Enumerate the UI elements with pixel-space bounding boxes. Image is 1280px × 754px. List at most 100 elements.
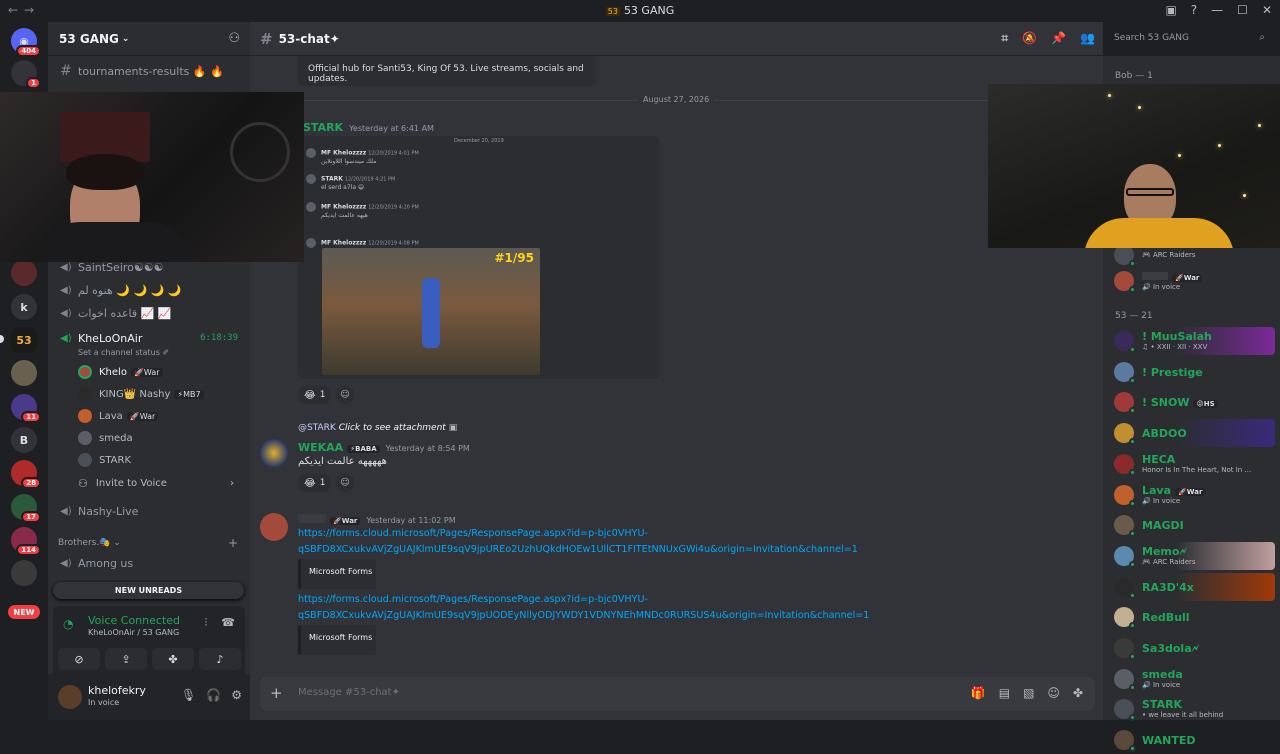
reply-mention[interactable]: @STARK bbox=[298, 423, 336, 433]
member-item[interactable]: ! MuuSalah ♫ • XXII · XII · XXV bbox=[1109, 327, 1275, 355]
voice-user[interactable]: KING👑 Nashy ⚡MB7 bbox=[78, 384, 242, 404]
guild-icon[interactable]: 17 bbox=[11, 494, 41, 523]
image-attachment[interactable]: December 20, 2019 MF Khelozzzz 12/20/201… bbox=[298, 136, 660, 379]
voice-channel[interactable]: ◀) هنوه لم 🌙 🌙 🌙 🌙 bbox=[56, 280, 242, 300]
voice-channel-nashy-live[interactable]: ◀) Nashy-Live bbox=[56, 501, 242, 521]
voice-connected-subtitle[interactable]: KheLoOnAir / 53 GANG bbox=[88, 628, 179, 637]
voice-channel-kheloonair[interactable]: ◀) KheLoOnAir 6:18:39 bbox=[56, 328, 242, 348]
add-reaction-icon[interactable]: ☺ bbox=[336, 386, 354, 404]
add-channel-icon[interactable]: + bbox=[228, 536, 238, 550]
member-item[interactable]: Memo🗲 🎮 ARC Raiders bbox=[1109, 541, 1275, 570]
guild-icon[interactable] bbox=[11, 360, 37, 386]
soundboard-button[interactable]: ♪ bbox=[199, 648, 241, 670]
voice-connected-title[interactable]: Voice Connected bbox=[88, 614, 180, 627]
avatar[interactable] bbox=[260, 513, 288, 541]
activities-button[interactable]: ✤ bbox=[152, 648, 194, 670]
message-input[interactable]: Message #53-chat✦ bbox=[298, 687, 400, 698]
add-reaction-icon[interactable]: ☺ bbox=[336, 474, 354, 492]
voice-user[interactable]: smeda bbox=[78, 428, 242, 448]
minimize-icon[interactable]: — bbox=[1211, 3, 1223, 17]
new-unreads-bar[interactable]: NEW UNREADS bbox=[53, 582, 244, 599]
headphones-icon[interactable]: 🎧 bbox=[206, 688, 221, 702]
user-name[interactable]: khelofekry bbox=[88, 684, 146, 697]
guild-icon[interactable]: 1 bbox=[11, 60, 41, 89]
channel-label: tournaments-results 🔥 🔥 bbox=[78, 64, 224, 78]
message-author[interactable]: STARK Yesterday at 6:41 AM bbox=[303, 121, 434, 134]
guild-icon[interactable]: 28 bbox=[11, 460, 41, 489]
message-author[interactable]: WEKAA ⚡BABA Yesterday at 8:54 PM bbox=[298, 441, 470, 454]
voice-channel[interactable]: ◀) قاعده اخوات 📈 📈 bbox=[56, 303, 242, 323]
avatar bbox=[1114, 453, 1136, 476]
member-item[interactable]: MAGDI bbox=[1109, 511, 1275, 539]
member-item[interactable]: 🚀War 🔊 In voice bbox=[1109, 267, 1275, 295]
message-link[interactable]: https://forms.cloud.microsoft/Pages/Resp… bbox=[298, 526, 858, 558]
threads-icon[interactable]: ⌗ bbox=[1001, 31, 1008, 46]
guild-icon[interactable]: 11 bbox=[11, 394, 41, 423]
microphone-icon[interactable]: 🎙 bbox=[181, 688, 196, 702]
reaction-chip[interactable]: 😂 1 bbox=[298, 474, 332, 492]
member-item[interactable]: STARK • we leave it all behind bbox=[1109, 695, 1275, 723]
maximize-icon[interactable]: ☐ bbox=[1237, 3, 1248, 17]
author-name-obscured[interactable] bbox=[298, 514, 326, 523]
gift-icon[interactable]: 🎁 bbox=[971, 686, 986, 700]
close-icon[interactable]: ✕ bbox=[1262, 3, 1272, 17]
member-item[interactable]: HECA Honor Is In The Heart, Not In ... bbox=[1109, 450, 1275, 478]
guild-icon[interactable]: B bbox=[11, 427, 37, 453]
avatar[interactable] bbox=[260, 439, 288, 467]
attach-plus-icon[interactable]: + bbox=[270, 684, 283, 702]
message-link[interactable]: https://forms.cloud.microsoft/Pages/Resp… bbox=[298, 592, 878, 624]
camera-off-button[interactable]: ⊘ bbox=[58, 648, 100, 670]
guild-icon-53-gang[interactable]: 53 bbox=[11, 327, 37, 353]
member-item[interactable]: WANTED bbox=[1109, 726, 1275, 754]
help-icon[interactable]: ? bbox=[1191, 3, 1197, 17]
guild-icon[interactable] bbox=[11, 560, 37, 586]
home-dm-icon[interactable]: ◉ 404 bbox=[11, 28, 41, 57]
noise-suppression-icon[interactable]: ⫶ bbox=[205, 616, 208, 630]
avatar bbox=[1114, 668, 1136, 691]
invite-people-icon[interactable]: ⚇ bbox=[228, 31, 240, 46]
message-composer[interactable]: + Message #53-chat✦ 🎁 ▤ ▧ ☺ ✤ bbox=[260, 677, 1095, 711]
gif-icon[interactable]: ▤ bbox=[999, 686, 1010, 700]
guild-icon[interactable]: 114 bbox=[11, 527, 41, 556]
channel-status[interactable]: Set a channel status ✐ bbox=[78, 348, 169, 357]
category-brothers[interactable]: Brothers.🎭 ⌄ + bbox=[58, 536, 238, 550]
member-list-icon[interactable]: 👥 bbox=[1080, 31, 1095, 46]
pin-icon[interactable]: 📌 bbox=[1051, 31, 1066, 46]
voice-channel-among-us[interactable]: ◀) Among us bbox=[56, 553, 242, 573]
message-author[interactable]: 🚀War Yesterday at 11:02 PM bbox=[298, 513, 456, 526]
channel-tournaments-results[interactable]: # tournaments-results 🔥 🔥 bbox=[56, 61, 242, 81]
channel-title: 53-chat✦ bbox=[278, 31, 340, 46]
server-header[interactable]: 53 GANG ⌄ ⚇ bbox=[48, 22, 250, 56]
guild-icon[interactable]: k bbox=[11, 294, 37, 320]
member-item[interactable]: Lava 🚀War 🔊 In voice bbox=[1109, 481, 1275, 509]
link-embed[interactable]: Microsoft Forms bbox=[298, 559, 376, 589]
reaction-chip[interactable]: 😂 1 bbox=[298, 386, 332, 404]
search-input[interactable]: Search 53 GANG ⌕ bbox=[1108, 29, 1270, 49]
member-item[interactable]: ! Prestige bbox=[1109, 358, 1275, 386]
member-item[interactable]: RA3D'4x bbox=[1109, 572, 1275, 601]
new-unreads-pill[interactable]: NEW bbox=[8, 605, 40, 619]
gear-icon[interactable]: ⚙ bbox=[231, 688, 242, 702]
reply-preview[interactable]: @STARK Click to see attachment ▣ bbox=[298, 423, 457, 433]
avatar[interactable] bbox=[58, 685, 82, 709]
link-embed[interactable]: Microsoft Forms bbox=[298, 625, 376, 655]
member-item[interactable]: ABDOO bbox=[1109, 419, 1275, 448]
inbox-icon[interactable]: ▣ bbox=[1165, 3, 1176, 17]
voice-user[interactable]: STARK bbox=[78, 450, 242, 470]
screen-share-button[interactable]: ⇪ bbox=[105, 648, 147, 670]
apps-icon[interactable]: ✤ bbox=[1073, 686, 1083, 700]
invite-to-voice[interactable]: ⚇ Invite to Voice › bbox=[78, 473, 242, 493]
emoji-icon[interactable]: ☺ bbox=[1047, 686, 1060, 700]
author-name[interactable]: WEKAA bbox=[298, 441, 343, 454]
member-item[interactable]: ! SNOW 😡HS bbox=[1109, 388, 1275, 416]
disconnect-icon[interactable]: ☎ bbox=[221, 616, 235, 630]
guild-icon[interactable] bbox=[11, 260, 37, 286]
author-name[interactable]: STARK bbox=[303, 121, 343, 134]
sticker-icon[interactable]: ▧ bbox=[1023, 686, 1034, 700]
voice-user[interactable]: Khelo 🚀War bbox=[78, 362, 242, 382]
member-item[interactable]: Sa3dola🗲 bbox=[1109, 634, 1275, 662]
member-item[interactable]: smeda 🔊 In voice bbox=[1109, 665, 1275, 693]
voice-user[interactable]: Lava 🚀War bbox=[78, 406, 242, 426]
member-item[interactable]: RedBull bbox=[1109, 603, 1275, 631]
mute-icon[interactable]: 🔕 bbox=[1022, 31, 1037, 46]
